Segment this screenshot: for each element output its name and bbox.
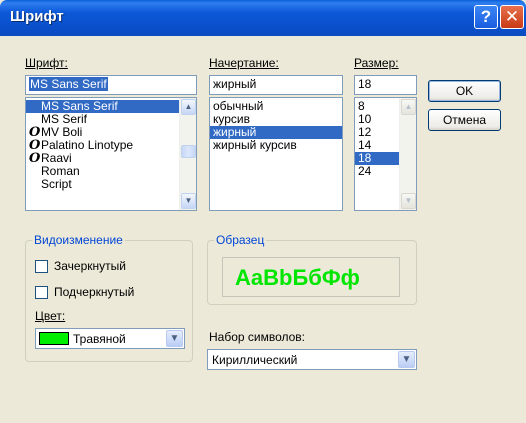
list-item-label: жирный bbox=[213, 125, 257, 139]
chevron-down-icon[interactable]: ▼ bbox=[398, 351, 415, 368]
font-label: Шрифт: bbox=[25, 56, 68, 70]
ok-button[interactable]: OK bbox=[428, 80, 501, 102]
color-swatch bbox=[39, 332, 69, 345]
font-name-input[interactable]: MS Sans Serif bbox=[25, 75, 197, 95]
underline-checkbox[interactable] bbox=[35, 286, 48, 299]
size-label: Размер: bbox=[354, 56, 399, 70]
color-select[interactable]: Травяной ▼ bbox=[35, 328, 185, 349]
window-title: Шрифт bbox=[10, 8, 64, 25]
style-value: жирный bbox=[213, 77, 257, 91]
list-item[interactable]: жирный курсив bbox=[210, 139, 342, 152]
sample-group-title: Образец bbox=[214, 233, 267, 247]
size-list[interactable]: 8 10 12 14 18 24 ▲ ▼ bbox=[354, 97, 417, 211]
scroll-down-icon[interactable]: ▼ bbox=[401, 193, 416, 209]
list-item-label: Roman bbox=[41, 164, 80, 178]
charset-value: Кириллический bbox=[212, 353, 298, 367]
sample-preview: AaBbБбФф bbox=[222, 257, 400, 297]
font-list[interactable]: MS Sans Serif MS Serif OMV Boli OPalatino L… bbox=[25, 97, 197, 211]
list-item-label: MS Serif bbox=[41, 112, 88, 126]
scroll-up-icon[interactable]: ▲ bbox=[401, 99, 416, 115]
list-item-label: Palatino Linotype bbox=[41, 138, 134, 152]
size-value: 18 bbox=[358, 77, 372, 91]
help-icon: ? bbox=[480, 7, 492, 26]
chevron-down-icon[interactable]: ▼ bbox=[166, 330, 183, 347]
color-value: Травяной bbox=[73, 332, 126, 346]
list-item-label: 12 bbox=[358, 125, 372, 139]
help-button[interactable]: ? bbox=[474, 5, 498, 29]
style-input[interactable]: жирный bbox=[209, 75, 343, 95]
color-label: Цвет: bbox=[35, 309, 66, 323]
list-item[interactable]: 24 bbox=[355, 165, 399, 178]
size-list-scrollbar[interactable]: ▲ ▼ bbox=[399, 98, 416, 210]
list-item-label: 14 bbox=[358, 138, 372, 152]
charset-label: Набор символов: bbox=[209, 330, 306, 344]
list-item-label: Script bbox=[41, 177, 72, 191]
charset-select[interactable]: Кириллический ▼ bbox=[207, 349, 417, 370]
list-item[interactable]: Script bbox=[26, 178, 179, 191]
close-button[interactable]: ✕ bbox=[500, 5, 524, 29]
list-item-label: 18 bbox=[358, 151, 372, 165]
style-list[interactable]: обычный курсив жирный жирный курсив bbox=[209, 97, 343, 211]
list-item-label: Raavi bbox=[41, 151, 72, 165]
list-item-label: MV Boli bbox=[41, 125, 83, 139]
close-icon: ✕ bbox=[504, 7, 520, 26]
list-item-label: 10 bbox=[358, 112, 372, 126]
scroll-up-icon[interactable]: ▲ bbox=[181, 99, 196, 115]
opentype-font-icon: O bbox=[29, 151, 41, 166]
list-item-label: 24 bbox=[358, 164, 372, 178]
style-label: Начертание: bbox=[209, 56, 279, 70]
cancel-button[interactable]: Отмена bbox=[428, 109, 501, 131]
font-name-value: MS Sans Serif bbox=[29, 77, 108, 91]
size-input[interactable]: 18 bbox=[354, 75, 417, 95]
scroll-thumb[interactable] bbox=[181, 145, 196, 158]
scroll-down-icon[interactable]: ▼ bbox=[181, 193, 196, 209]
sample-text: AaBbБбФф bbox=[235, 265, 360, 290]
strikeout-checkbox[interactable] bbox=[35, 260, 48, 273]
font-list-scrollbar[interactable]: ▲ ▼ bbox=[179, 98, 196, 210]
effects-group-title: Видоизменение bbox=[32, 233, 125, 247]
underline-label[interactable]: Подчеркнутый bbox=[54, 285, 134, 299]
list-item-label: 8 bbox=[358, 99, 365, 113]
title-bar[interactable]: Шрифт ? ✕ bbox=[0, 0, 526, 36]
list-item-label: курсив bbox=[213, 112, 251, 126]
list-item-label: MS Sans Serif bbox=[41, 99, 118, 113]
list-item-label: обычный bbox=[213, 99, 264, 113]
strikeout-label[interactable]: Зачеркнутый bbox=[54, 259, 126, 273]
list-item-label: жирный курсив bbox=[213, 138, 297, 152]
